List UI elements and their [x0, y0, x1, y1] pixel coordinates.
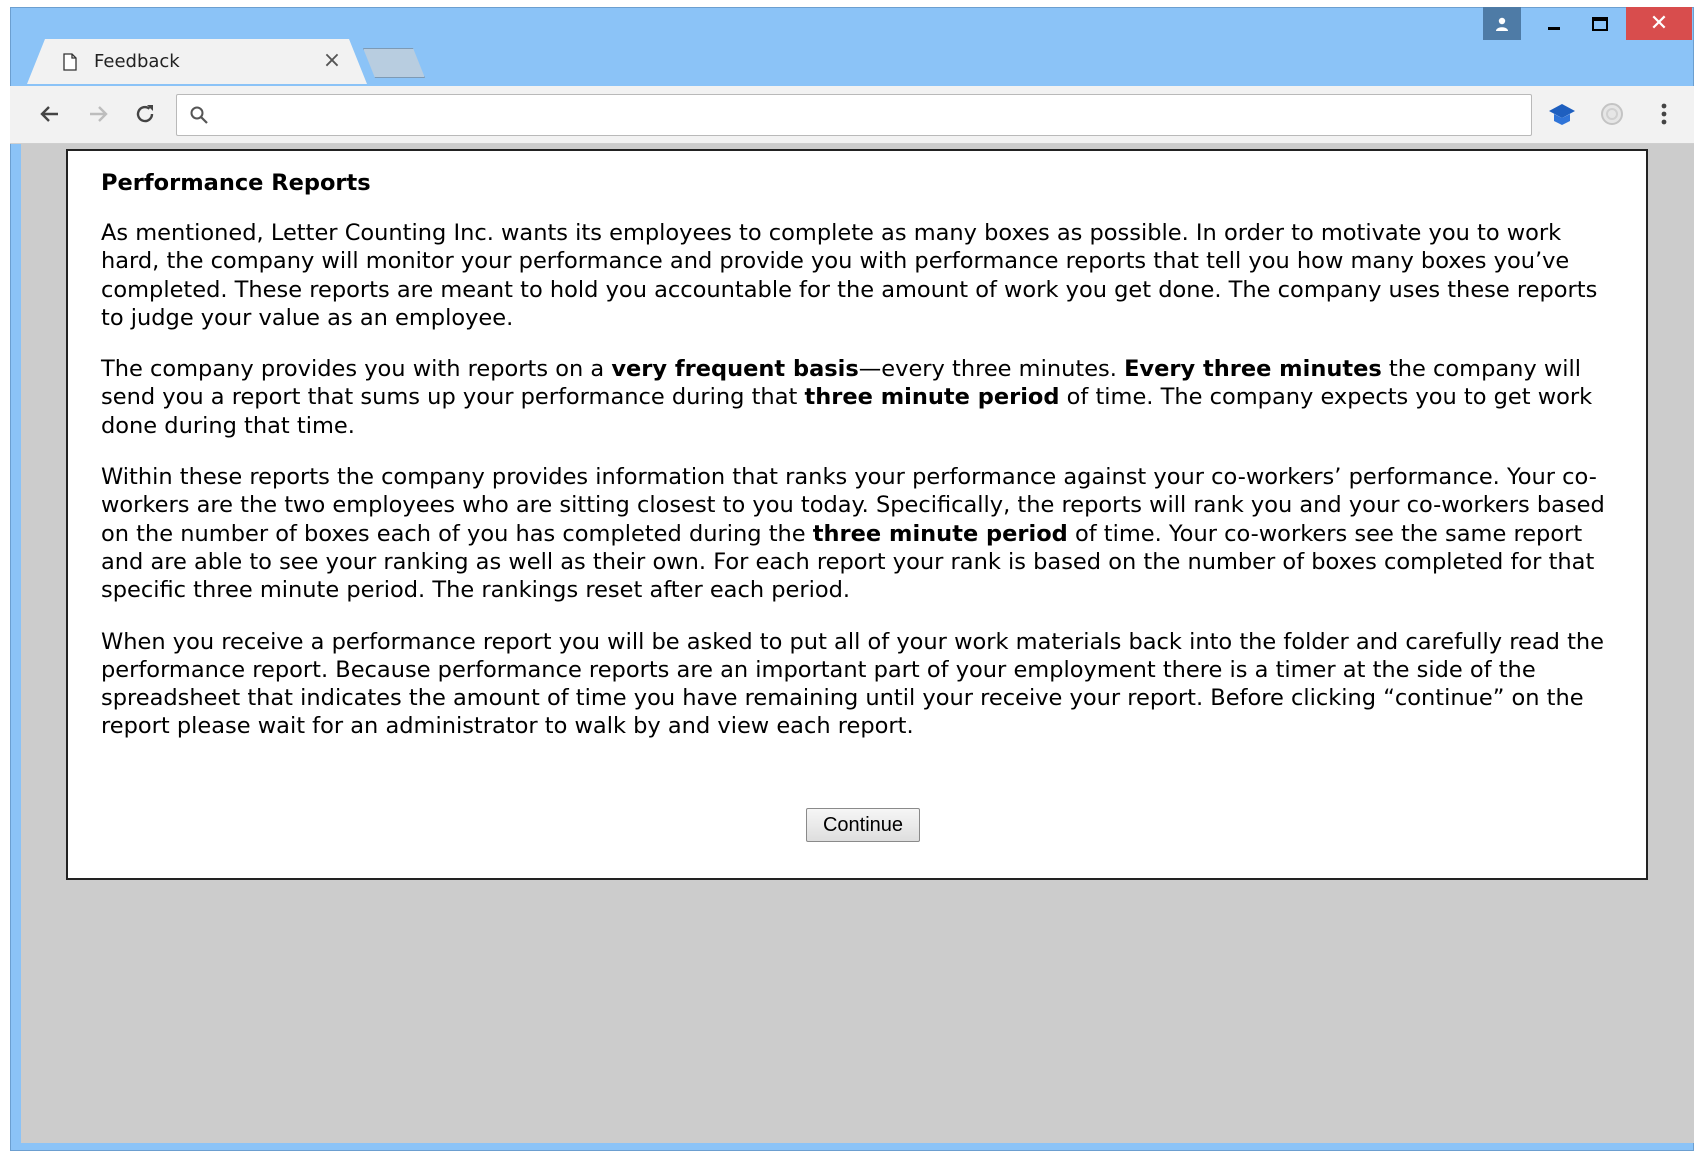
back-button[interactable] [32, 96, 68, 132]
arrow-right-icon [90, 106, 108, 122]
file-icon [63, 53, 77, 71]
maximize-icon [1592, 16, 1608, 31]
address-input[interactable] [223, 101, 1517, 131]
paragraph-1: As mentioned, Letter Counting Inc. wants… [101, 220, 1598, 331]
reload-button[interactable] [127, 96, 163, 132]
address-bar[interactable] [176, 94, 1532, 136]
graduation-cap-icon [1549, 104, 1575, 125]
tab-title: Feedback [94, 51, 180, 72]
page-title: Performance Reports [101, 170, 371, 196]
extension-button-2[interactable] [1594, 96, 1630, 132]
kebab-menu-icon [1661, 103, 1667, 125]
p2-bold-period: three minute period [804, 384, 1060, 411]
window-close-button[interactable]: ✕ [1626, 7, 1692, 40]
maximize-button[interactable] [1576, 7, 1624, 40]
p2-text-a: The company provides you with reports on… [101, 356, 612, 383]
circle-icon [1601, 103, 1623, 125]
tab-close-button[interactable]: × [319, 48, 345, 73]
paragraph-2: The company provides you with reports on… [101, 355, 1616, 440]
browser-tab[interactable]: Feedback × [27, 39, 367, 84]
p2-bold-frequent: very frequent basis [611, 356, 859, 383]
paragraph-3: Within these reports the company provide… [101, 463, 1616, 604]
menu-button[interactable] [1646, 96, 1682, 132]
p3-bold-period: three minute period [812, 520, 1068, 547]
browser-toolbar [10, 86, 1694, 144]
p2-bold-every: Every three minutes [1124, 356, 1382, 383]
user-button[interactable] [1483, 7, 1521, 40]
arrow-left-icon [40, 106, 58, 122]
minimize-icon [1548, 26, 1560, 30]
content-panel: Performance Reports As mentioned, Letter… [66, 149, 1648, 880]
minimize-button[interactable] [1530, 7, 1578, 40]
page-viewport: Performance Reports As mentioned, Letter… [21, 144, 1694, 1143]
content-body: Performance Reports As mentioned, Letter… [101, 169, 1616, 764]
reload-icon [136, 105, 154, 123]
extension-button[interactable] [1544, 96, 1580, 132]
continue-button[interactable]: Continue [806, 808, 920, 842]
p2-text-c: —every three minutes. [858, 356, 1125, 383]
forward-button[interactable] [80, 96, 116, 132]
user-icon [1496, 17, 1508, 31]
close-icon: ✕ [1649, 11, 1669, 36]
paragraph-4: When you receive a performance report yo… [101, 628, 1605, 740]
search-icon [190, 106, 208, 124]
